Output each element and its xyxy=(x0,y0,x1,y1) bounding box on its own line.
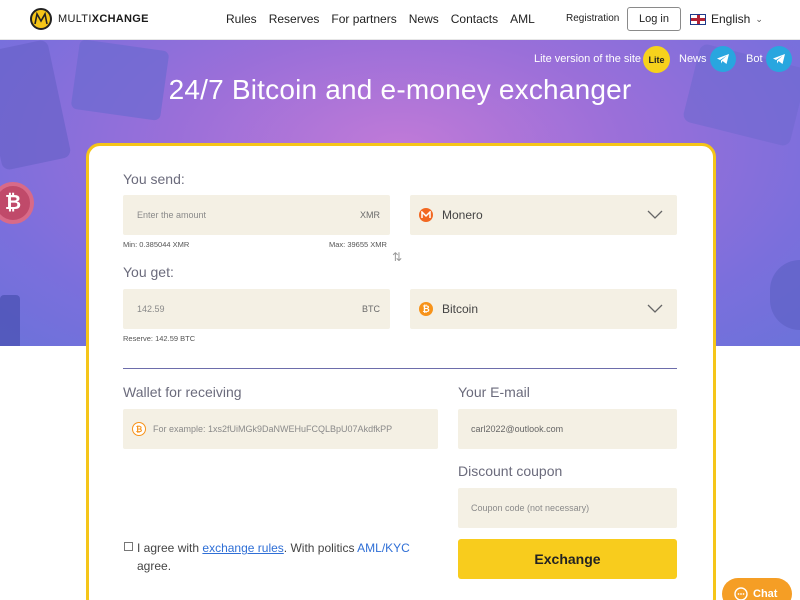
news-telegram-link[interactable]: News xyxy=(679,53,707,65)
logo-icon xyxy=(30,8,52,30)
telegram-icon[interactable] xyxy=(710,46,736,72)
wallet-label: Wallet for receiving xyxy=(123,384,242,400)
registration-link[interactable]: Registration xyxy=(566,13,619,24)
email-input[interactable]: carl2022@outlook.com xyxy=(458,409,677,449)
chat-button[interactable]: Chat xyxy=(722,578,792,600)
lite-badge[interactable]: Lite xyxy=(643,46,670,73)
chevron-down-icon: ⌄ xyxy=(755,13,763,24)
nav-aml[interactable]: AML xyxy=(510,12,535,26)
send-max-amount: Max: 39655 XMR xyxy=(329,240,387,249)
chat-label: Chat xyxy=(753,588,778,600)
bitcoin-icon: ₿ xyxy=(419,302,433,316)
get-amount-value: 142.59 xyxy=(137,304,165,314)
chevron-down-icon xyxy=(647,210,663,219)
send-currency-name: Monero xyxy=(442,208,483,222)
logo[interactable]: MULTIXCHANGE xyxy=(30,8,149,30)
chevron-down-icon xyxy=(647,304,663,313)
decorative-shape-left xyxy=(0,295,20,346)
get-currency-select[interactable]: ₿ Bitcoin xyxy=(410,289,677,329)
email-value: carl2022@outlook.com xyxy=(471,424,564,434)
swap-direction-icon[interactable]: ⇅ xyxy=(392,250,402,264)
coupon-placeholder: Coupon code (not necessary) xyxy=(471,503,590,513)
exchange-button[interactable]: Exchange xyxy=(458,539,677,579)
bitcoin-coin-decoration-icon: ₿ xyxy=(0,182,34,224)
you-get-label: You get: xyxy=(123,264,174,280)
agree-checkbox[interactable] xyxy=(124,542,133,551)
send-min-amount: Min: 0.385044 XMR xyxy=(123,240,190,249)
send-currency-code: XMR xyxy=(360,210,380,220)
you-send-label: You send: xyxy=(123,171,185,187)
section-divider xyxy=(123,368,677,369)
get-amount-input[interactable]: 142.59 BTC xyxy=(123,289,390,329)
language-label: English xyxy=(711,12,751,26)
agreement-text-part3: agree. xyxy=(137,559,172,573)
lite-version-link[interactable]: Lite version of the site xyxy=(534,53,641,65)
top-navigation-bar: MULTIXCHANGE Rules Reserves For partners… xyxy=(0,0,800,40)
nav-reserves[interactable]: Reserves xyxy=(269,12,320,26)
page-title: 24/7 Bitcoin and e-money exchanger xyxy=(168,74,632,105)
telegram-bot-icon[interactable] xyxy=(766,46,792,72)
send-amount-placeholder: Enter the amount xyxy=(137,210,207,220)
aml-kyc-link[interactable]: AML/KYC xyxy=(357,541,410,555)
logo-text-light: MULTI xyxy=(58,13,92,25)
main-nav: Rules Reserves For partners News Contact… xyxy=(226,12,547,26)
wallet-address-input[interactable]: ₿ For example: 1xs2fUiMGk9DaNWEHuFCQLBpU… xyxy=(123,409,438,449)
send-amount-input[interactable]: Enter the amount XMR xyxy=(123,195,390,235)
coupon-input[interactable]: Coupon code (not necessary) xyxy=(458,488,677,528)
email-label: Your E-mail xyxy=(458,384,530,400)
agreement-text-part2: . With politics xyxy=(283,541,355,555)
login-button[interactable]: Log in xyxy=(627,7,681,31)
exchange-rules-link[interactable]: exchange rules xyxy=(202,541,283,555)
nav-for-partners[interactable]: For partners xyxy=(331,12,396,26)
agreement-text: I agree with exchange rules. With politi… xyxy=(137,539,427,575)
send-currency-select[interactable]: Monero xyxy=(410,195,677,235)
reserve-amount: Reserve: 142.59 BTC xyxy=(123,334,196,343)
nav-rules[interactable]: Rules xyxy=(226,12,257,26)
logo-text: MULTIXCHANGE xyxy=(58,13,149,25)
bot-telegram-link[interactable]: Bot xyxy=(746,53,763,65)
language-selector[interactable]: English ⌄ xyxy=(690,12,763,26)
nav-contacts[interactable]: Contacts xyxy=(451,12,498,26)
get-currency-code: BTC xyxy=(362,304,380,314)
nav-news[interactable]: News xyxy=(409,12,439,26)
agreement-text-part1: I agree with xyxy=(137,541,200,555)
monero-icon xyxy=(419,208,433,222)
wallet-address-placeholder: For example: 1xs2fUiMGk9DaNWEHuFCQLBpU07… xyxy=(153,424,393,434)
logo-text-bold: XCHANGE xyxy=(91,13,149,25)
get-currency-name: Bitcoin xyxy=(442,302,479,316)
uk-flag-icon xyxy=(690,13,706,25)
decorative-shape-right xyxy=(770,260,800,330)
coupon-label: Discount coupon xyxy=(458,463,563,479)
bitcoin-icon: ₿ xyxy=(132,422,146,436)
chat-bubble-icon xyxy=(734,587,748,600)
